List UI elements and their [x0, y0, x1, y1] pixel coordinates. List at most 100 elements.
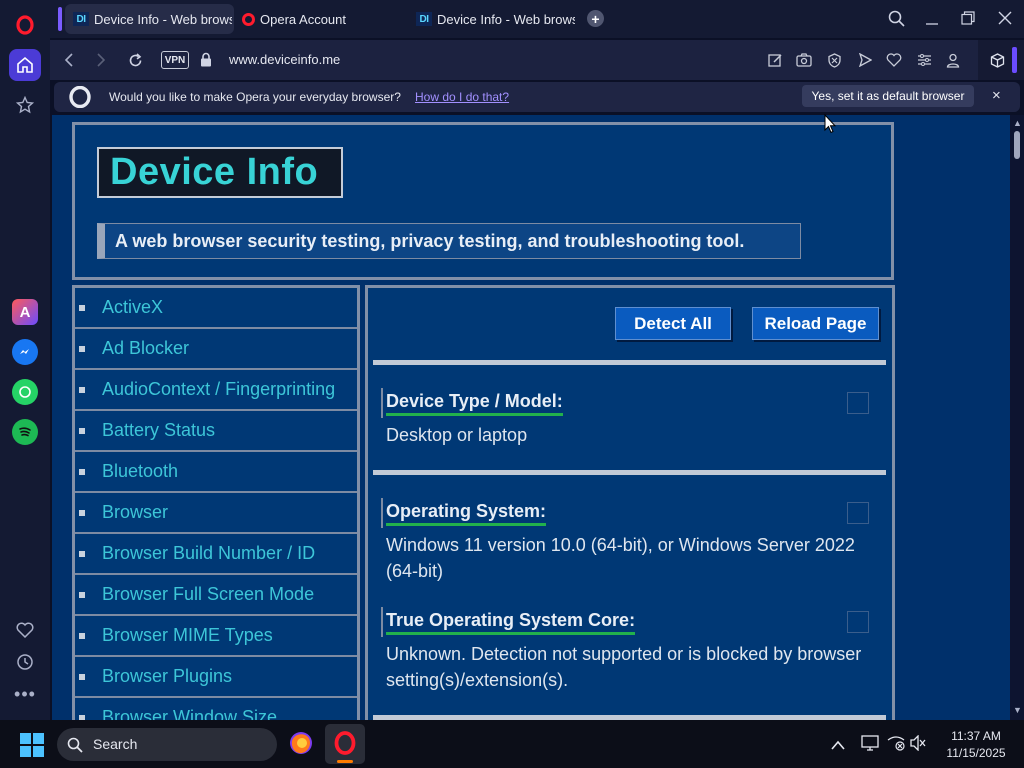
device-type-value: Desktop or laptop — [386, 425, 528, 445]
forward-icon[interactable] — [92, 51, 110, 69]
scroll-up-arrow-icon[interactable]: ▲ — [1013, 118, 1022, 128]
minimize-icon[interactable] — [925, 10, 939, 32]
volume-muted-icon[interactable] — [909, 734, 927, 756]
bullet — [79, 427, 85, 434]
home-icon[interactable] — [9, 49, 41, 81]
windows-taskbar: Search 11:37 AM 11/15/2025 — [0, 720, 1024, 768]
start-windows-icon[interactable] — [20, 733, 44, 762]
opera-menu-icon[interactable] — [9, 9, 41, 41]
site-logo[interactable]: Device Info — [97, 147, 343, 198]
bullet — [79, 345, 85, 352]
nav-item-audiocontext[interactable]: AudioContext / Fingerprinting — [75, 370, 357, 411]
restore-icon[interactable] — [961, 11, 975, 30]
close-window-icon[interactable] — [997, 10, 1013, 31]
nav-item-ad-blocker[interactable]: Ad Blocker — [75, 329, 357, 370]
deviceinfo-favicon-icon: DI — [416, 12, 432, 26]
nav-item-battery-status[interactable]: Battery Status — [75, 411, 357, 452]
camera-icon[interactable] — [795, 51, 813, 69]
nav-item-mime-types[interactable]: Browser MIME Types — [75, 616, 357, 657]
tab-title: Opera Account — [260, 11, 346, 27]
nav-label[interactable]: Browser MIME Types — [102, 625, 273, 646]
how-do-i-link[interactable]: How do I do that? — [415, 90, 509, 104]
bullet — [79, 591, 85, 598]
section-divider — [373, 360, 886, 365]
taskbar-date[interactable]: 11/15/2025 — [940, 746, 1012, 760]
nav-item-activex[interactable]: ActiveX — [75, 288, 357, 329]
firefox-taskbar-icon[interactable] — [288, 730, 314, 761]
scroll-down-arrow-icon[interactable]: ▼ — [1013, 705, 1022, 715]
deviceinfo-favicon-icon: DI — [73, 12, 89, 26]
tab-opera-account[interactable]: Opera Account — [234, 4, 404, 34]
set-default-button[interactable]: Yes, set it as default browser — [802, 85, 974, 107]
detect-all-button[interactable]: Detect All — [615, 307, 731, 340]
nav-item-browser-plugins[interactable]: Browser Plugins — [75, 657, 357, 698]
nav-item-browser-build[interactable]: Browser Build Number / ID — [75, 534, 357, 575]
secure-lock-icon[interactable] — [200, 52, 212, 72]
flow-send-icon[interactable] — [856, 51, 874, 69]
back-icon[interactable] — [60, 51, 78, 69]
tab-title: Device Info - Web browser security testi… — [437, 11, 575, 27]
tab-device-info-second[interactable]: DI Device Info - Web browser security te… — [408, 4, 578, 34]
display-icon[interactable] — [861, 735, 879, 756]
bookmark-heart-icon[interactable] — [885, 51, 903, 69]
reload-page-button[interactable]: Reload Page — [752, 307, 879, 340]
show-hidden-icons-chevron-icon[interactable] — [831, 737, 845, 755]
messenger-icon[interactable] — [9, 336, 41, 368]
tab-device-info-active[interactable]: DI Device Info - Web browser security te… — [65, 4, 234, 34]
history-clock-icon[interactable] — [9, 646, 41, 678]
site-tagline: A web browser security testing, privacy … — [97, 223, 801, 259]
scrollbar-thumb[interactable] — [1014, 131, 1020, 159]
vpn-badge[interactable]: VPN — [161, 51, 189, 69]
address-url[interactable]: www.deviceinfo.me — [229, 52, 340, 67]
ad-blocker-shield-icon[interactable] — [825, 51, 843, 69]
os-core-value: Unknown. Detection not supported or is b… — [386, 644, 862, 690]
nav-label[interactable]: Browser — [102, 502, 168, 523]
extensions-cube-icon[interactable] — [988, 51, 1006, 69]
whatsapp-icon[interactable] — [9, 376, 41, 408]
nav-item-bluetooth[interactable]: Bluetooth — [75, 452, 357, 493]
taskbar-time[interactable]: 11:37 AM — [940, 729, 1012, 743]
pinboards-icon[interactable] — [9, 89, 41, 121]
nav-label[interactable]: Browser Plugins — [102, 666, 232, 687]
new-tab-plus-icon[interactable]: + — [587, 10, 604, 27]
snapshot-edit-icon[interactable] — [766, 51, 784, 69]
bullet — [79, 632, 85, 639]
easy-setup-icon[interactable] — [915, 51, 933, 69]
nav-label[interactable]: Battery Status — [102, 420, 215, 441]
opera-taskbar-icon[interactable] — [325, 724, 365, 764]
nav-label[interactable]: Browser Full Screen Mode — [102, 584, 314, 605]
nav-item-full-screen[interactable]: Browser Full Screen Mode — [75, 575, 357, 616]
site-header: Device Info A web browser security testi… — [72, 122, 894, 280]
aria-icon[interactable]: A — [9, 296, 41, 328]
info-icon[interactable] — [847, 392, 869, 414]
nav-label[interactable]: Bluetooth — [102, 461, 178, 482]
detection-results-panel: Detect All Reload Page Device Type / Mod… — [365, 285, 895, 720]
banner-close-icon[interactable]: × — [992, 87, 1001, 104]
taskbar-search-box[interactable]: Search — [57, 728, 277, 761]
profile-icon[interactable] — [944, 51, 962, 69]
active-app-indicator — [337, 760, 353, 763]
opera-favicon-icon — [242, 12, 255, 26]
reload-icon[interactable] — [126, 51, 144, 69]
nav-item-window-size[interactable]: Browser Window Size — [75, 698, 357, 720]
favorites-heart-icon[interactable] — [9, 614, 41, 646]
workspace-indicator — [58, 7, 62, 31]
more-options-icon[interactable]: ••• — [9, 678, 41, 710]
bullet — [79, 386, 85, 393]
nav-label[interactable]: Ad Blocker — [102, 338, 189, 359]
nav-label[interactable]: Browser Window Size — [102, 707, 277, 720]
operating-system-value: Windows 11 version 10.0 (64-bit), or Win… — [386, 535, 855, 581]
nav-label[interactable]: AudioContext / Fingerprinting — [102, 379, 335, 400]
page-scrollbar[interactable]: ▲ ▼ — [1010, 115, 1024, 720]
section-divider — [373, 470, 886, 475]
site-logo-text: Device Info — [110, 151, 319, 193]
info-icon[interactable] — [847, 611, 869, 633]
info-icon[interactable] — [847, 502, 869, 524]
network-disconnected-icon[interactable] — [887, 735, 905, 756]
nav-item-browser[interactable]: Browser — [75, 493, 357, 534]
test-nav-list: ActiveX Ad Blocker AudioContext / Finger… — [72, 285, 360, 720]
spotify-icon[interactable] — [9, 416, 41, 448]
tab-search-icon[interactable] — [888, 10, 905, 32]
nav-label[interactable]: ActiveX — [102, 297, 163, 318]
nav-label[interactable]: Browser Build Number / ID — [102, 543, 315, 564]
